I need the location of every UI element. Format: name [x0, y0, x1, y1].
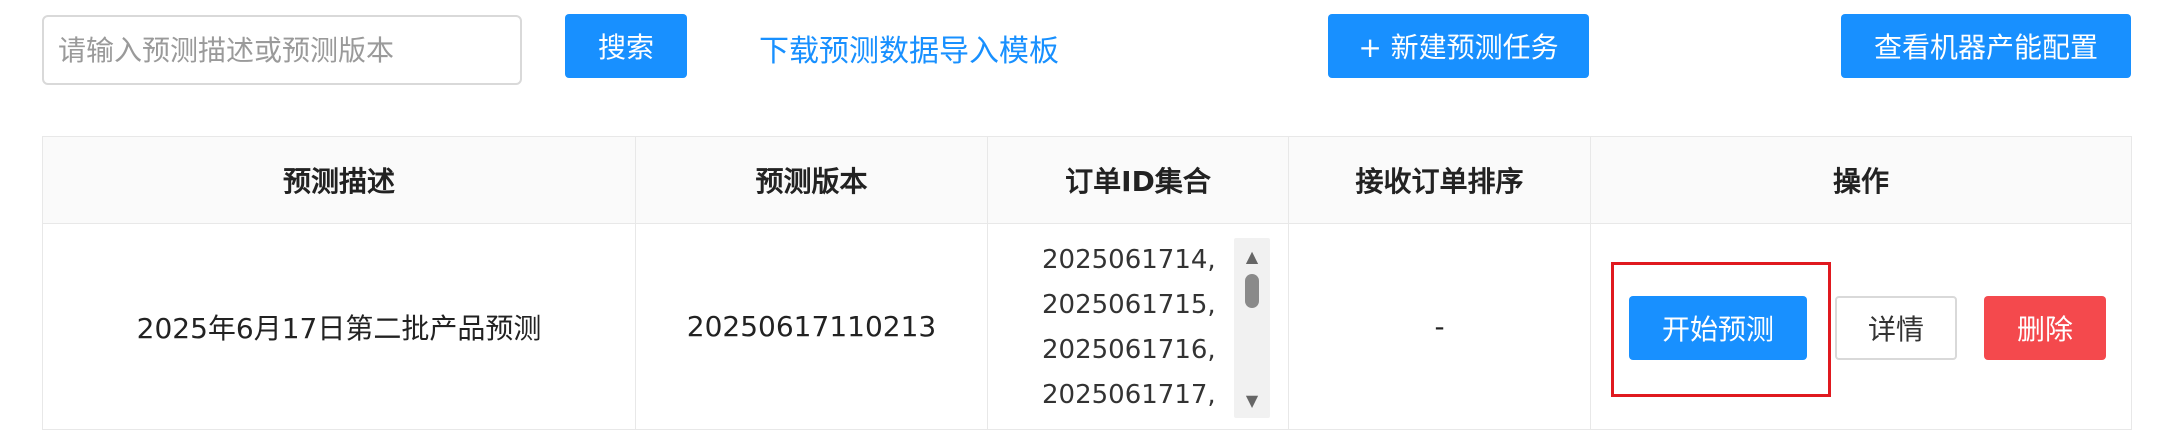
cell-order-ids: 2025061714, 2025061715, 2025061716, 2025…: [987, 223, 1289, 430]
order-id-item: 2025061716,: [1042, 335, 1216, 365]
table-row: 2025年6月17日第二批产品预测 20250617110213 2025061…: [42, 223, 2132, 430]
column-header-order-sort: 接收订单排序: [1288, 136, 1591, 224]
table-header-row: 预测描述 预测版本 订单ID集合 接收订单排序 操作: [42, 136, 2132, 224]
new-forecast-task-button[interactable]: + 新建预测任务: [1328, 14, 1589, 78]
column-header-description: 预测描述: [42, 136, 636, 224]
column-header-order-ids: 订单ID集合: [987, 136, 1289, 224]
order-id-item: 2025061714,: [1042, 245, 1216, 275]
cell-actions: 开始预测 详情 删除: [1590, 223, 2132, 430]
order-ids-scrollbar[interactable]: ▲ ▼: [1234, 238, 1270, 418]
column-header-actions: 操作: [1590, 136, 2132, 224]
cell-description: 2025年6月17日第二批产品预测: [42, 223, 636, 430]
scrollbar-thumb[interactable]: [1245, 274, 1259, 308]
triangle-up-icon[interactable]: ▲: [1234, 244, 1270, 268]
cell-version: 20250617110213: [635, 223, 988, 430]
delete-button[interactable]: 删除: [1984, 296, 2106, 360]
cell-order-sort: -: [1288, 223, 1591, 430]
triangle-down-icon[interactable]: ▼: [1234, 388, 1270, 412]
view-machine-capacity-config-button[interactable]: 查看机器产能配置: [1841, 14, 2131, 78]
order-id-item: 2025061715,: [1042, 290, 1216, 320]
order-ids-list[interactable]: 2025061714, 2025061715, 2025061716, 2025…: [1042, 238, 1232, 418]
column-header-version: 预测版本: [635, 136, 988, 224]
search-input[interactable]: [42, 15, 522, 85]
start-forecast-button[interactable]: 开始预测: [1629, 296, 1807, 360]
detail-button[interactable]: 详情: [1835, 296, 1957, 360]
download-template-link[interactable]: 下载预测数据导入模板: [759, 26, 1059, 70]
search-button[interactable]: 搜索: [565, 14, 687, 78]
forecast-table: 预测描述 预测版本 订单ID集合 接收订单排序 操作 2025年6月17日第二批…: [42, 136, 2132, 430]
order-id-item: 2025061717,: [1042, 380, 1216, 410]
